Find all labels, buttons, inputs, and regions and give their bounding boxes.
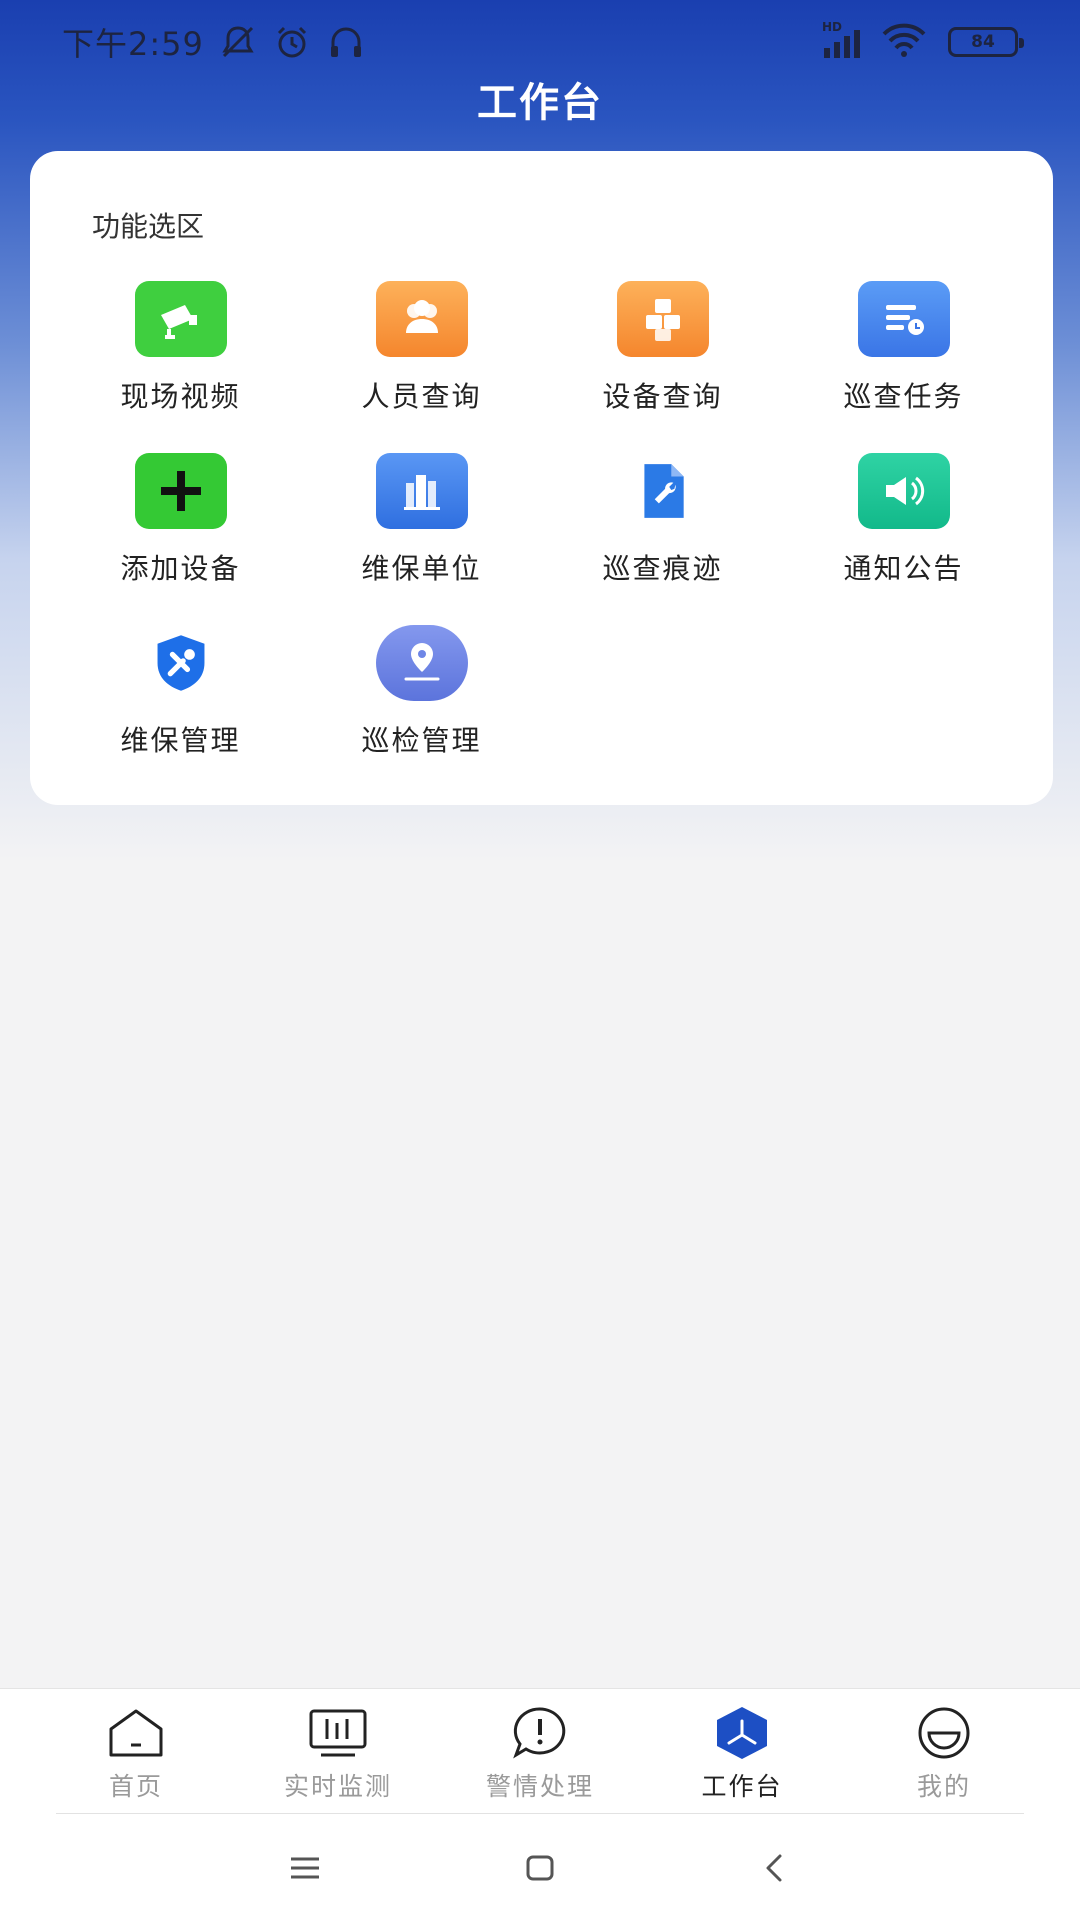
status-time: 下午2:59 — [62, 25, 204, 63]
bottom-tab-bar: 首页 实时监测 警情处理 工作台 我的 — [0, 1688, 1080, 1816]
grid-item-maintenance-management[interactable]: 维保管理 — [60, 625, 301, 797]
shield-tools-icon — [135, 625, 227, 701]
workbench-icon — [717, 1707, 767, 1759]
tab-home[interactable]: 首页 — [41, 1689, 231, 1816]
grid-item-live-video[interactable]: 现场视频 — [60, 281, 301, 453]
battery-indicator: 84 — [948, 27, 1024, 57]
grid-item-inspection-management[interactable]: 巡检管理 — [301, 625, 542, 797]
network-label: HD — [822, 20, 843, 34]
grid-item-patrol-trace[interactable]: 巡查痕迹 — [542, 453, 783, 625]
grid-item-label: 现场视频 — [120, 380, 241, 413]
speaker-icon — [857, 453, 950, 529]
wifi-icon — [880, 20, 928, 64]
grid-item-label: 通知公告 — [843, 552, 964, 585]
grid-item-label: 巡检管理 — [361, 724, 482, 757]
building-icon — [375, 453, 468, 529]
mute-bell-icon — [218, 22, 258, 62]
people-icon — [375, 281, 468, 357]
tab-label: 首页 — [108, 1772, 163, 1801]
square-icon — [526, 1855, 554, 1881]
grid-item-label: 巡查痕迹 — [602, 552, 723, 585]
tab-mine[interactable]: 我的 — [849, 1689, 1039, 1816]
page-title: 工作台 — [477, 80, 603, 126]
grid-item-label: 巡查任务 — [843, 380, 964, 413]
headphones-icon — [326, 22, 366, 62]
monitor-icon — [309, 1709, 367, 1757]
grid-item-label: 人员查询 — [361, 380, 482, 413]
menu-nav-button[interactable] — [285, 1848, 325, 1888]
system-nav-bar — [0, 1816, 1080, 1920]
back-nav-button[interactable] — [755, 1848, 795, 1888]
alert-icon — [513, 1707, 566, 1759]
menu-icon — [291, 1857, 319, 1879]
alarm-icon — [272, 22, 312, 62]
function-grid: 现场视频 人员查询 设备查询 巡查任务 添加设备 维保单位 巡查痕迹 通知公告 … — [30, 281, 1053, 797]
tab-realtime-monitor[interactable]: 实时监测 — [243, 1689, 433, 1816]
grid-item-maintenance-unit[interactable]: 维保单位 — [301, 453, 542, 625]
grid-item-personnel-query[interactable]: 人员查询 — [301, 281, 542, 453]
grid-item-label: 添加设备 — [120, 552, 241, 585]
tab-label: 工作台 — [701, 1772, 783, 1801]
tab-label: 警情处理 — [485, 1772, 594, 1801]
camera-icon — [134, 281, 227, 357]
back-icon — [766, 1854, 782, 1882]
tab-alert-handling[interactable]: 警情处理 — [445, 1689, 635, 1816]
function-card: 功能选区 现场视频 人员查询 设备查询 巡查任务 添加设备 维保单位 巡查痕迹 … — [30, 151, 1053, 805]
grid-item-add-device[interactable]: 添加设备 — [60, 453, 301, 625]
status-left: 下午2:59 — [62, 19, 366, 65]
profile-icon — [918, 1707, 970, 1759]
grid-item-patrol-task[interactable]: 巡查任务 — [783, 281, 1024, 453]
grid-item-label: 维保管理 — [120, 724, 241, 757]
signal-icon: HD — [822, 20, 860, 58]
plus-icon — [134, 453, 227, 529]
tab-label: 我的 — [916, 1772, 971, 1801]
home-icon — [109, 1709, 163, 1757]
task-icon — [857, 281, 950, 357]
tab-workbench[interactable]: 工作台 — [647, 1689, 837, 1816]
status-right: HD 84 — [822, 20, 1024, 64]
tab-label: 实时监测 — [283, 1772, 392, 1801]
tab-divider — [56, 1813, 1024, 1814]
boxes-icon — [616, 281, 709, 357]
location-icon — [375, 625, 468, 701]
grid-item-device-query[interactable]: 设备查询 — [542, 281, 783, 453]
section-title: 功能选区 — [92, 210, 205, 243]
home-nav-button[interactable] — [520, 1848, 560, 1888]
grid-item-notice[interactable]: 通知公告 — [783, 453, 1024, 625]
wrench-doc-icon — [617, 453, 709, 529]
grid-item-label: 维保单位 — [361, 552, 482, 585]
grid-item-label: 设备查询 — [602, 380, 723, 413]
